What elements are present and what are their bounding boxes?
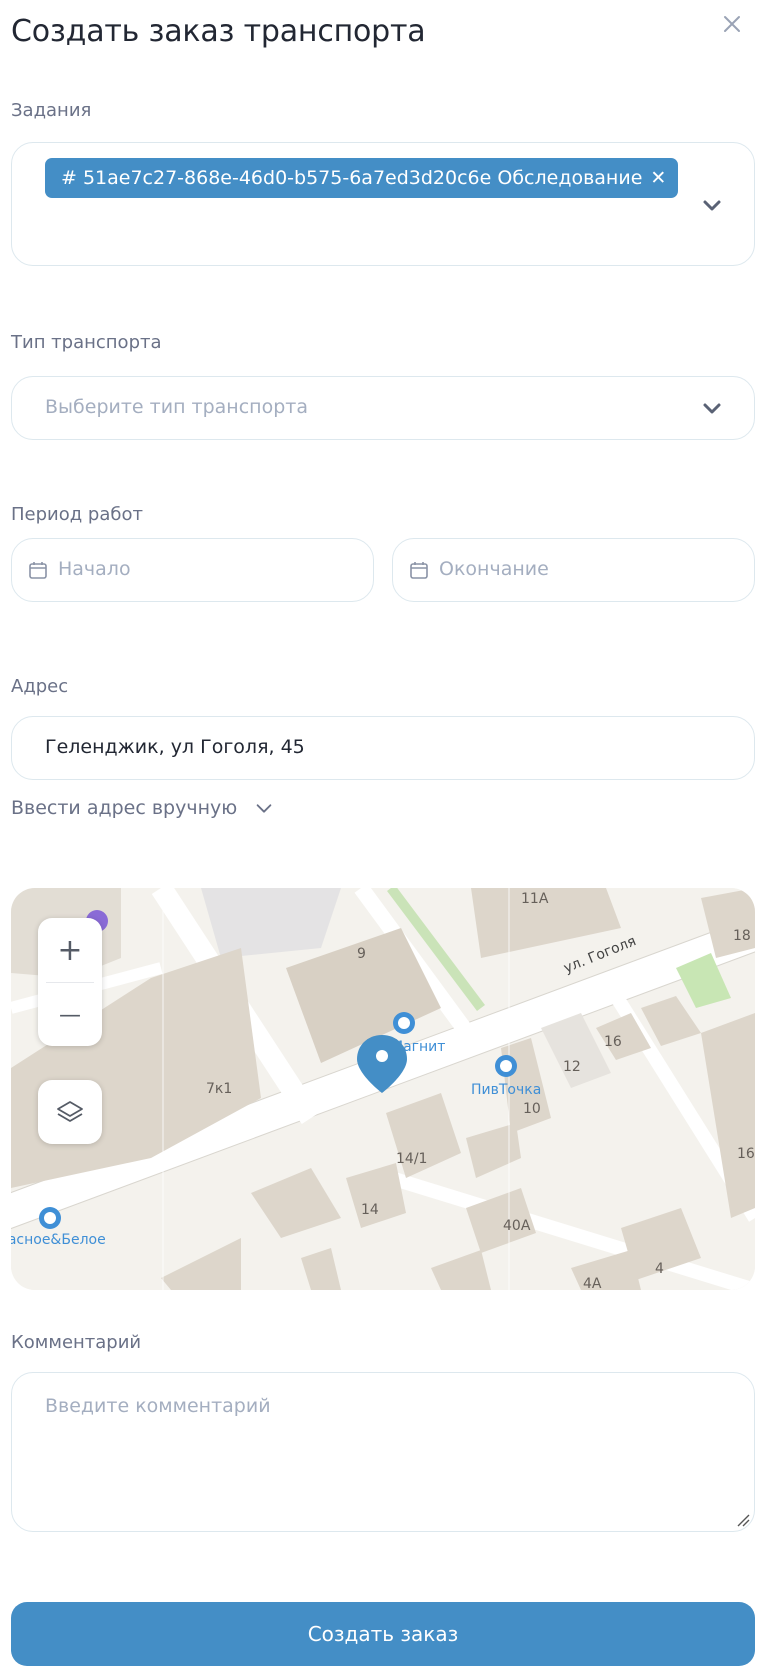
tasks-label: Задания	[11, 100, 92, 121]
transport-type-placeholder: Выберите тип транспорта	[45, 396, 308, 418]
building-label: 16	[737, 1146, 755, 1162]
layers-button[interactable]	[38, 1080, 102, 1144]
building-label: 9	[357, 946, 366, 962]
calendar-icon	[29, 562, 47, 579]
comment-placeholder: Введите комментарий	[45, 1395, 271, 1417]
address-label: Адрес	[11, 676, 69, 697]
chevron-down-icon[interactable]	[700, 193, 724, 217]
map-view[interactable]: ул. Гоголя 9 11А 18 16 12 10 7к1 14/1 14…	[11, 888, 755, 1290]
task-chip: # 51ae7c27-868e-46d0-b575-6a7ed3d20c6e О…	[45, 158, 679, 198]
address-input[interactable]: Геленджик, ул Гоголя, 45	[11, 716, 755, 780]
calendar-icon	[410, 562, 428, 579]
zoom-controls: + —	[38, 918, 102, 1046]
building-label: 4	[655, 1261, 664, 1277]
work-period-label: Период работ	[11, 504, 143, 525]
start-date-field[interactable]: Начало	[11, 538, 374, 602]
poi-label: ПивТочка	[471, 1082, 541, 1098]
chevron-down-icon[interactable]	[700, 396, 724, 420]
start-date-placeholder: Начало	[58, 558, 131, 580]
end-date-field[interactable]: Окончание	[392, 538, 755, 602]
shop-poi-icon[interactable]	[393, 1012, 415, 1034]
comment-label: Комментарий	[11, 1332, 142, 1353]
building-label: 14	[361, 1202, 379, 1218]
plus-icon: +	[57, 932, 83, 968]
building-label: 12	[563, 1059, 581, 1075]
chevron-down-icon	[256, 804, 272, 813]
shop-poi-icon[interactable]	[39, 1207, 61, 1229]
building-label: 10	[523, 1101, 541, 1117]
chip-remove-icon[interactable]: ✕	[650, 158, 666, 198]
tasks-multiselect[interactable]: # 51ae7c27-868e-46d0-b575-6a7ed3d20c6e О…	[11, 142, 755, 266]
end-date-placeholder: Окончание	[439, 558, 549, 580]
building-label: 7к1	[206, 1081, 232, 1097]
task-chip-text: # 51ae7c27-868e-46d0-b575-6a7ed3d20c6e О…	[61, 167, 643, 189]
page-title: Создать заказ транспорта	[11, 14, 426, 49]
building-label: 4А	[583, 1276, 602, 1290]
building-label: 18	[733, 928, 751, 944]
comment-textarea[interactable]: Введите комментарий	[11, 1372, 755, 1532]
transport-type-label: Тип транспорта	[11, 332, 162, 353]
map-canvas[interactable]: ул. Гоголя 9 11А 18 16 12 10 7к1 14/1 14…	[11, 888, 755, 1290]
manual-address-toggle[interactable]: Ввести адрес вручную	[11, 797, 275, 819]
poi-label: Красное&Белое	[11, 1232, 106, 1248]
close-icon[interactable]	[720, 12, 744, 36]
create-order-button[interactable]: Создать заказ	[11, 1602, 755, 1666]
layers-icon	[57, 1101, 83, 1122]
zoom-in-button[interactable]: +	[38, 918, 102, 982]
address-value: Геленджик, ул Гоголя, 45	[45, 736, 305, 758]
zoom-out-button[interactable]: —	[38, 983, 102, 1047]
shop-poi-icon[interactable]	[495, 1055, 517, 1077]
building-label: 11А	[521, 891, 549, 907]
resize-handle-icon[interactable]	[736, 1513, 750, 1527]
building-label: 16	[604, 1034, 622, 1050]
transport-type-select[interactable]: Выберите тип транспорта	[11, 376, 755, 440]
building-label: 14/1	[396, 1151, 427, 1167]
minus-icon: —	[59, 1002, 81, 1028]
building-label: 40А	[503, 1218, 531, 1234]
manual-address-label: Ввести адрес вручную	[11, 797, 238, 819]
